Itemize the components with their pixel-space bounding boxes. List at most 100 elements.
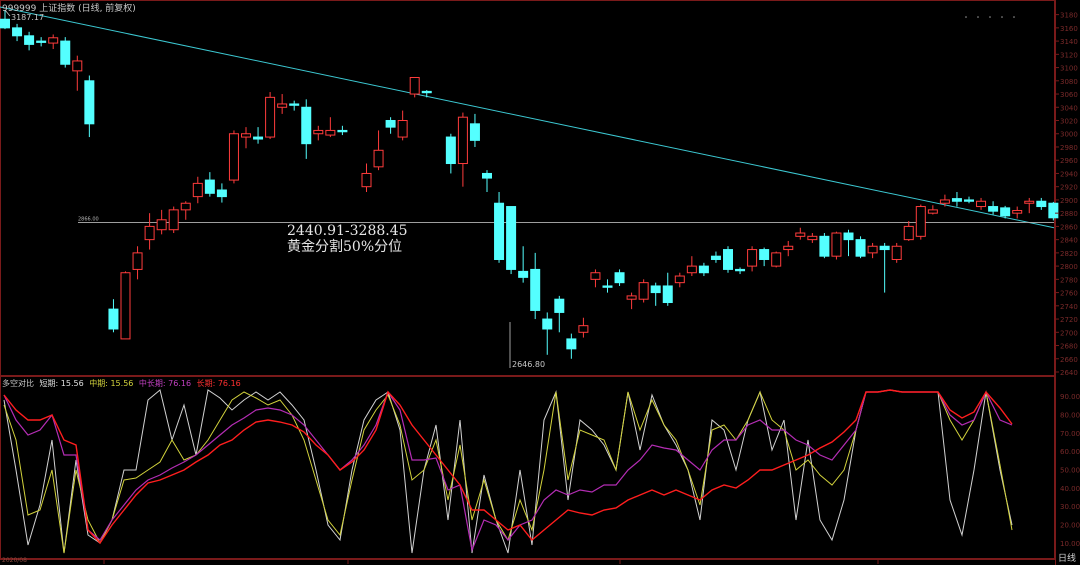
candle-up[interactable] [156, 219, 167, 231]
candle-up[interactable] [807, 235, 818, 241]
candle-down[interactable] [650, 285, 661, 294]
candle-down[interactable] [819, 235, 830, 257]
candle-up[interactable] [241, 133, 251, 138]
candle-up[interactable] [313, 129, 324, 135]
candle-up[interactable] [361, 172, 372, 188]
candle-up[interactable] [867, 245, 878, 254]
price-axis-label: 2980 [1060, 144, 1078, 152]
price-axis-label: 2700 [1060, 329, 1078, 337]
candle-up[interactable] [1024, 200, 1035, 204]
candle-up[interactable] [903, 225, 914, 241]
candle-down[interactable] [108, 308, 119, 330]
candle-up[interactable] [192, 182, 203, 198]
period-label[interactable]: 日线 [1058, 551, 1076, 564]
price-axis-label: 2760 [1060, 290, 1078, 298]
candle-up[interactable] [674, 275, 685, 284]
candle-down[interactable] [385, 120, 396, 128]
candle-down[interactable] [735, 268, 746, 272]
candle-down[interactable] [1048, 202, 1059, 219]
candle-down[interactable] [482, 172, 492, 179]
candle-down[interactable] [1000, 207, 1011, 217]
candle-up[interactable] [686, 265, 697, 274]
candle-down[interactable] [84, 80, 95, 125]
candle-down[interactable] [964, 199, 974, 202]
candle-down[interactable] [421, 90, 432, 94]
candle-down[interactable] [951, 198, 962, 202]
candle-down[interactable] [698, 265, 709, 274]
candle-up[interactable] [590, 272, 601, 280]
chart-canvas[interactable]: 2866.00 3187.17 2646.80 3180 3160 3140 3120… [0, 0, 1080, 565]
price-axis-label: 2840 [1060, 237, 1078, 245]
candle-down[interactable] [289, 103, 300, 106]
candle-down[interactable] [723, 249, 733, 270]
price-axis-label: 3160 [1060, 25, 1078, 33]
candle-up[interactable] [831, 232, 842, 257]
candle-up[interactable] [228, 133, 239, 181]
candle-down[interactable] [12, 27, 23, 37]
candle-down[interactable] [759, 249, 770, 260]
date-label-left: 2020/08 [2, 557, 27, 564]
candle-up[interactable] [771, 252, 782, 267]
price-axis: 3180 3160 3140 3120 3100 3080 3060 3040 3020 3000… [1055, 12, 1078, 377]
candle-down[interactable] [216, 189, 227, 198]
price-axis-label: 2780 [1060, 276, 1078, 284]
price-axis-label: 2920 [1060, 184, 1078, 192]
candle-down[interactable] [60, 40, 71, 65]
candle-up[interactable] [939, 199, 950, 204]
candle-down[interactable] [602, 285, 613, 288]
candle-down[interactable] [204, 179, 215, 194]
candle-down[interactable] [1036, 200, 1047, 208]
candle-down[interactable] [843, 232, 854, 241]
candle-up[interactable] [120, 272, 131, 340]
price-axis-label: 3040 [1060, 104, 1078, 112]
candle-down[interactable] [506, 206, 517, 270]
candle-up[interactable] [457, 116, 468, 165]
candle-up[interactable] [578, 325, 589, 333]
indicator-axis-label: 10.00 [1060, 540, 1080, 548]
candle-down[interactable] [0, 18, 10, 29]
candle-up[interactable] [168, 209, 179, 231]
candle-down[interactable] [24, 35, 35, 45]
candle-down[interactable] [566, 338, 577, 350]
candle-up[interactable] [927, 209, 938, 214]
candle-up[interactable] [277, 103, 288, 108]
candle-down[interactable] [530, 268, 541, 311]
candle-up[interactable] [144, 225, 155, 241]
candle-up[interactable] [48, 37, 59, 44]
candle-up[interactable] [180, 202, 191, 211]
candle-down[interactable] [469, 123, 480, 141]
candle-down[interactable] [445, 136, 456, 165]
candle-down[interactable] [614, 272, 625, 284]
candle-down[interactable] [253, 136, 264, 140]
candle-down[interactable] [301, 106, 312, 145]
candle-down[interactable] [542, 318, 553, 330]
candle-down[interactable] [36, 40, 47, 43]
candle-up[interactable] [976, 200, 987, 208]
candle-down[interactable] [554, 298, 565, 313]
candle-down[interactable] [337, 129, 348, 133]
candle-down[interactable] [710, 255, 721, 260]
candle-down[interactable] [494, 202, 505, 260]
candle-up[interactable] [891, 245, 902, 260]
candle-up[interactable] [72, 60, 83, 72]
candle-up[interactable] [325, 129, 336, 136]
candle-up[interactable] [132, 252, 143, 270]
candle-down[interactable] [518, 270, 529, 278]
trendline[interactable] [0, 6, 1055, 229]
candle-up[interactable] [638, 282, 649, 300]
candle-up[interactable] [1012, 210, 1023, 214]
candle-up[interactable] [915, 206, 926, 237]
candle-up[interactable] [747, 249, 758, 267]
candle-up[interactable] [795, 232, 806, 237]
candle-up[interactable] [409, 76, 420, 95]
candle-up[interactable] [626, 295, 637, 300]
candle-down[interactable] [662, 285, 673, 304]
candle-up[interactable] [397, 120, 408, 138]
candle-down[interactable] [988, 206, 999, 212]
indicator-midlong-value: 中长期: 76.16 [138, 379, 192, 388]
candle-up[interactable] [373, 149, 384, 168]
candle-up[interactable] [265, 96, 276, 138]
candle-down[interactable] [879, 245, 890, 251]
candle-down[interactable] [855, 239, 866, 257]
candle-up[interactable] [783, 245, 794, 251]
